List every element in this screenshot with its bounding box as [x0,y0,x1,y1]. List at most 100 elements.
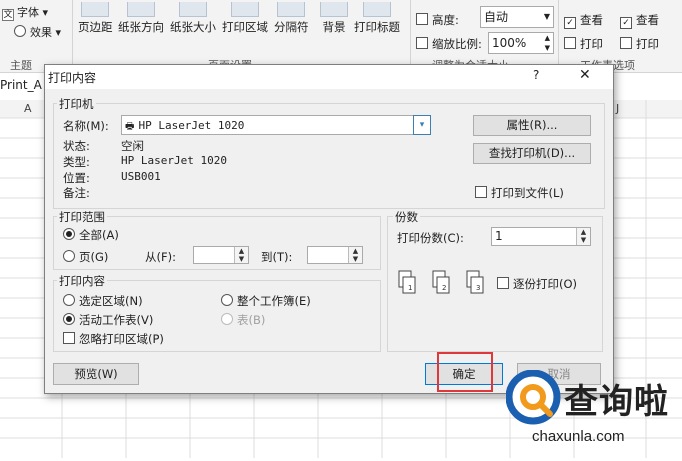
help-button[interactable]: ? [533,68,539,82]
svg-text:2: 2 [442,284,446,292]
from-label: 从(F): [145,250,176,264]
spinner-icon: ▲ ▼ [544,34,550,52]
checkbox-icon [475,186,487,198]
watermark-url: chaxunla.com [532,428,625,445]
printer-icon: 🖶 [125,121,135,132]
radio-icon [221,294,233,306]
effects-button[interactable]: 效果 ▾ [14,24,61,40]
margins-icon [81,2,110,17]
checkbox-icon [63,332,75,344]
checkmark-icon: ✓ [620,17,632,29]
ribbon-separator [72,0,73,70]
ribbon-separator [410,0,411,70]
type-label: 类型: [63,155,90,169]
scale-icon [416,37,428,49]
checkbox-icon [564,37,576,49]
radio-disabled-icon [221,313,233,325]
watermark-brand: 查询啦 [564,382,669,422]
copies-group-label: 份数 [393,209,420,225]
close-button[interactable]: ✕ [579,67,591,83]
checkbox-icon [497,277,509,289]
entire-workbook-radio[interactable]: 整个工作簿(E) [221,293,311,309]
checkbox-icon [620,37,632,49]
effects-icon [14,25,26,37]
ignore-print-area-checkbox[interactable]: 忽略打印区域(P) [63,331,164,347]
print-titles-icon [363,2,391,17]
height-select[interactable]: 自动 ▼ [480,6,554,28]
font-button[interactable]: 文字体 ▾ [2,4,48,21]
watermark: 查询啦 chaxunla.com [492,364,682,458]
paper-size-icon [179,2,207,17]
print-range-label: 打印范围 [57,209,107,225]
gridlines-print-checkbox[interactable]: 打印 [564,36,603,52]
range-all-radio[interactable]: 全部(A) [63,227,119,243]
printer-group-label: 打印机 [57,96,96,112]
theme-group-label: 主题 [10,59,32,72]
orientation-icon [127,2,155,17]
collate-pages-icon: 1 2 3 [398,270,484,294]
spinner-icon: ▲ ▼ [234,247,248,263]
print-what-label: 打印内容 [57,273,107,289]
chevron-down-icon[interactable]: ▾ [413,115,431,135]
print-to-file-checkbox[interactable]: 打印到文件(L) [475,185,564,201]
headings-view-checkbox[interactable]: ✓ 查看 [620,12,659,29]
ribbon: 文字体 ▾ 效果 ▾ 主题 页边距 纸张方向 纸张大小 打印区域 分隔符 背景 … [0,0,682,73]
range-pages-radio[interactable]: 页(G) [63,249,108,265]
dialog-title: 打印内容 [48,71,97,85]
breaks-button[interactable]: 分隔符 [274,2,309,35]
copies-count-label: 打印份数(C): [397,231,464,245]
to-label: 到(T): [261,250,293,264]
print-titles-button[interactable]: 打印标题 [354,2,400,35]
printer-select[interactable]: 🖶 HP LaserJet 1020 [121,115,417,135]
radio-icon [63,294,75,306]
breaks-icon [277,2,306,17]
from-page-stepper[interactable]: ▲ ▼ [193,246,249,264]
print-area-button[interactable]: 打印区域 [222,2,268,35]
chevron-down-icon: ▼ [543,12,550,21]
spinner-icon: ▲ ▼ [576,228,590,245]
comment-label: 备注: [63,186,90,200]
print-dialog: 打印内容 ? ✕ 打印机 名称(M): 🖶 HP LaserJet 1020 ▾ … [44,64,614,394]
printer-name-label: 名称(M): [63,119,109,133]
collate-checkbox[interactable]: 逐份打印(O) [497,276,577,292]
background-button[interactable]: 背景 [320,2,348,35]
properties-button[interactable]: 属性(R)... [473,115,591,136]
svg-text:3: 3 [476,284,480,292]
where-value: USB001 [121,170,161,183]
status-label: 状态: [63,139,90,153]
spinner-icon: ▲ ▼ [348,247,362,263]
orientation-button[interactable]: 纸张方向 [118,2,164,35]
margins-button[interactable]: 页边距 [78,2,113,35]
table-radio: 表(B) [221,312,265,328]
print-area-icon [231,2,259,17]
radio-selected-icon [63,313,75,325]
column-header-j[interactable]: J [616,102,619,115]
where-label: 位置: [63,171,90,185]
preview-button[interactable]: 预览(W) [53,363,139,385]
gridlines-view-checkbox[interactable]: ✓ 查看 [564,12,603,29]
find-printer-button[interactable]: 查找打印机(D)... [473,143,591,164]
background-icon [320,2,348,17]
radio-icon [63,250,75,262]
name-box[interactable]: Print_A [0,78,48,96]
selection-radio[interactable]: 选定区域(N) [63,293,143,309]
scale-label: 缩放比例: [416,36,482,52]
headings-print-checkbox[interactable]: 打印 [620,36,659,52]
dialog-titlebar [45,65,613,89]
active-sheets-radio[interactable]: 活动工作表(V) [63,312,153,328]
to-page-stepper[interactable]: ▲ ▼ [307,246,363,264]
column-header-a[interactable]: A [24,102,32,115]
copies-count-stepper[interactable]: 1 ▲ ▼ [491,227,591,246]
svg-text:1: 1 [408,284,412,292]
height-label: 高度: [416,12,459,28]
scale-stepper[interactable]: 100% ▲ ▼ [488,32,554,54]
font-icon: 文 [2,9,14,21]
checkmark-icon: ✓ [564,17,576,29]
magnifier-logo-icon [506,370,561,425]
highlight-box [437,352,493,392]
type-value: HP LaserJet 1020 [121,154,227,167]
size-button[interactable]: 纸张大小 [170,2,216,35]
height-icon [416,13,428,25]
status-value: 空闲 [121,139,144,153]
ribbon-separator [558,0,559,70]
